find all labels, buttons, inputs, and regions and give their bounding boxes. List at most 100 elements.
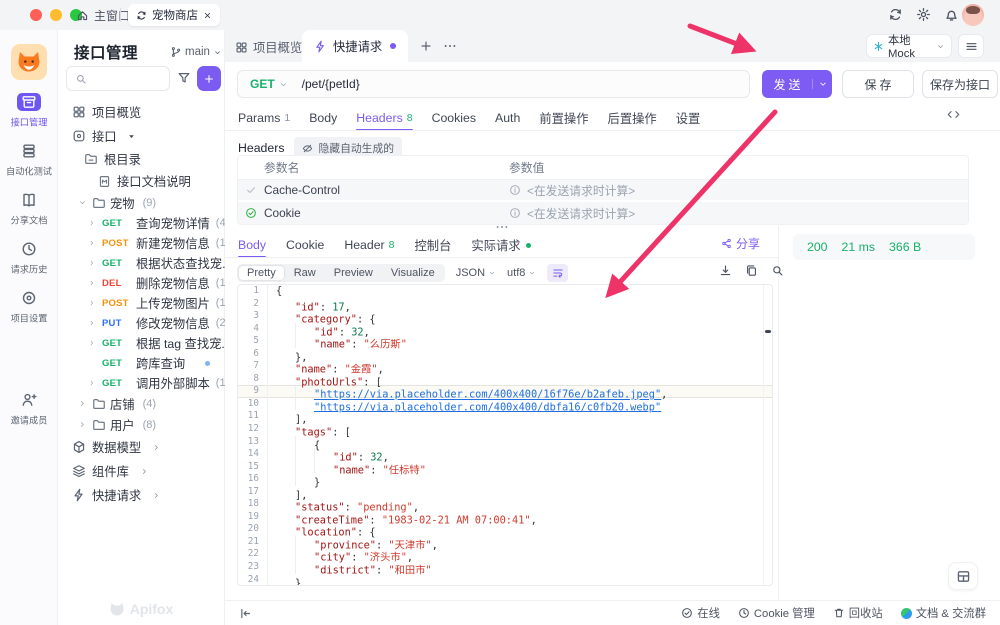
view-mode-Visualize[interactable]: Visualize [383,266,443,280]
panel-resize-handle[interactable] [225,220,778,234]
caret-icon [78,399,87,408]
close-window-button[interactable] [30,9,42,21]
view-mode-Preview[interactable]: Preview [326,266,381,280]
response-tab-Header[interactable]: Header8 [344,233,394,257]
sync-icon [888,7,903,22]
headers-table: 参数名 参数值 Cache-Control<在发送请求时计算>Cookie<在发… [237,155,969,225]
response-tab-控制台[interactable]: 控制台 [415,233,452,257]
save-as-api-button[interactable]: 保存为接口 [922,70,998,98]
search-icon[interactable] [771,264,784,277]
tab-overview-label: 项目概览 [253,38,302,56]
format-select[interactable]: JSON [456,267,496,279]
tree-request-item[interactable]: GET根据状态查找宠...(2) [58,253,224,273]
rail-item-test[interactable]: 自动化测试 [1,142,57,178]
rail-item-invite[interactable]: 邀请成员 [1,391,57,427]
tree-request-item[interactable]: PUT修改宠物信息(2) [58,313,224,333]
tree-request-item[interactable]: POST新建宠物信息(1) [58,233,224,253]
request-tab-前置操作[interactable]: 前置操作 [539,106,588,130]
response-tab-Cookie[interactable]: Cookie [286,233,324,257]
check-icon[interactable] [245,184,257,196]
minimize-window-button[interactable] [50,9,62,21]
request-tab-Cookies[interactable]: Cookies [432,106,476,130]
tab-badge: 1 [284,112,290,124]
tree-request-item[interactable]: GET查询宠物详情(4) [58,213,224,233]
tree-root-folder[interactable]: 根目录 [58,148,224,170]
tab-quick-label: 快捷请求 [333,37,382,55]
environment-selector[interactable]: 本地 Mock [866,34,952,58]
user-avatar[interactable] [962,4,984,26]
request-tab-设置[interactable]: 设置 [676,106,701,130]
copy-icon[interactable] [745,264,758,277]
docs-community-button[interactable]: 文档 & 交流群 [901,605,986,621]
layout-switch-button[interactable] [948,562,978,590]
view-mode-Raw[interactable]: Raw [286,266,324,280]
tab-quick-request[interactable]: 快捷请求 [302,30,408,62]
collapse-sidebar-icon[interactable] [239,607,252,620]
menu-button[interactable] [958,34,984,58]
tree-section-快捷请求[interactable]: 快捷请求 [58,483,224,507]
settings-gear-icon[interactable] [916,7,931,22]
close-tab-icon[interactable] [203,11,212,20]
rail-item-history[interactable]: 请求历史 [1,240,57,276]
tab-project-overview[interactable]: 项目概览 [235,38,302,56]
code-line: 22"city": "济头市", [238,548,772,561]
tree-section-数据模型[interactable]: 数据模型 [58,435,224,459]
tree-section-项目概览[interactable]: 项目概览 [58,100,224,124]
tree-request-item[interactable]: GET根据 tag 查找宠...(1) [58,333,224,353]
url-bar[interactable]: GET /pet/{petId} [237,70,750,98]
request-tab-Headers[interactable]: Headers8 [356,106,412,130]
header-row-Cache-Control[interactable]: Cache-Control<在发送请求时计算> [238,180,968,202]
branch-selector[interactable]: main [170,46,222,58]
tree-section-组件库[interactable]: 组件库 [58,459,224,483]
url-input[interactable]: /pet/{petId} [302,77,360,91]
window-controls[interactable] [30,9,82,21]
request-tab-后置操作[interactable]: 后置操作 [608,106,657,130]
home-window-tab[interactable]: 主窗口 [76,7,130,24]
chev-icon [213,48,222,57]
code-view-icon[interactable] [947,108,960,121]
rail-item-api[interactable]: 接口管理 [1,93,57,129]
notifications-bell-icon[interactable] [944,7,959,22]
sync-icon[interactable] [888,7,903,22]
share-button[interactable]: 分享 [721,235,760,252]
send-button[interactable]: 发送 [762,70,832,98]
scrollbar-thumb[interactable] [765,330,771,333]
online-status[interactable]: 在线 [681,605,720,621]
request-tab-Params[interactable]: Params1 [238,106,290,130]
rail-item-settings[interactable]: 项目设置 [1,289,57,325]
request-tab-Body[interactable]: Body [309,106,337,130]
response-tab-实际请求[interactable]: 实际请求 [471,233,530,257]
send-options-chevron-icon[interactable] [812,79,832,89]
recycle-bin-button[interactable]: 回收站 [833,605,883,621]
more-tabs-icon[interactable] [443,39,457,53]
info-icon [509,184,521,196]
encoding-select[interactable]: utf8 [507,267,536,279]
tree-request-item[interactable]: POST上传宠物图片(1) [58,293,224,313]
rail-item-share[interactable]: 分享文档 [1,191,57,227]
method-select[interactable]: GET [238,77,279,91]
add-button[interactable] [197,66,221,91]
new-tab-plus-icon[interactable] [419,39,433,53]
search-input[interactable] [66,66,170,91]
request-tab-Auth[interactable]: Auth [495,106,520,130]
project-window-tab[interactable]: 宠物商店 [128,4,220,26]
word-wrap-button[interactable] [547,264,568,282]
tree-folder-用户[interactable]: 用户(8) [58,414,224,435]
response-tab-Body[interactable]: Body [238,233,266,257]
line-number: 11 [238,410,268,423]
tree-folder-宠物[interactable]: 宠物(9) [58,192,224,213]
filter-funnel-icon[interactable] [177,71,191,85]
view-mode-Pretty[interactable]: Pretty [239,266,284,280]
tree-folder-店铺[interactable]: 店铺(4) [58,393,224,414]
check-icon[interactable] [245,207,257,219]
save-button[interactable]: 保存 [842,70,914,98]
tree-section-接口[interactable]: 接口 [58,124,224,148]
cookie-manager-button[interactable]: Cookie 管理 [738,605,815,621]
tree-request-item[interactable]: DEL删除宠物信息(1) [58,273,224,293]
response-body-editor[interactable]: 1{2"id": 17,3"category": {4"id": 32,5"na… [237,284,773,586]
download-icon[interactable] [719,264,732,277]
tree-request-item[interactable]: GET调用外部脚本(1) [58,373,224,393]
apifox-logo[interactable] [11,44,47,80]
tree-request-item[interactable]: GET跨库查询 [58,353,224,373]
tree-doc-item[interactable]: 接口文档说明 [58,170,224,192]
